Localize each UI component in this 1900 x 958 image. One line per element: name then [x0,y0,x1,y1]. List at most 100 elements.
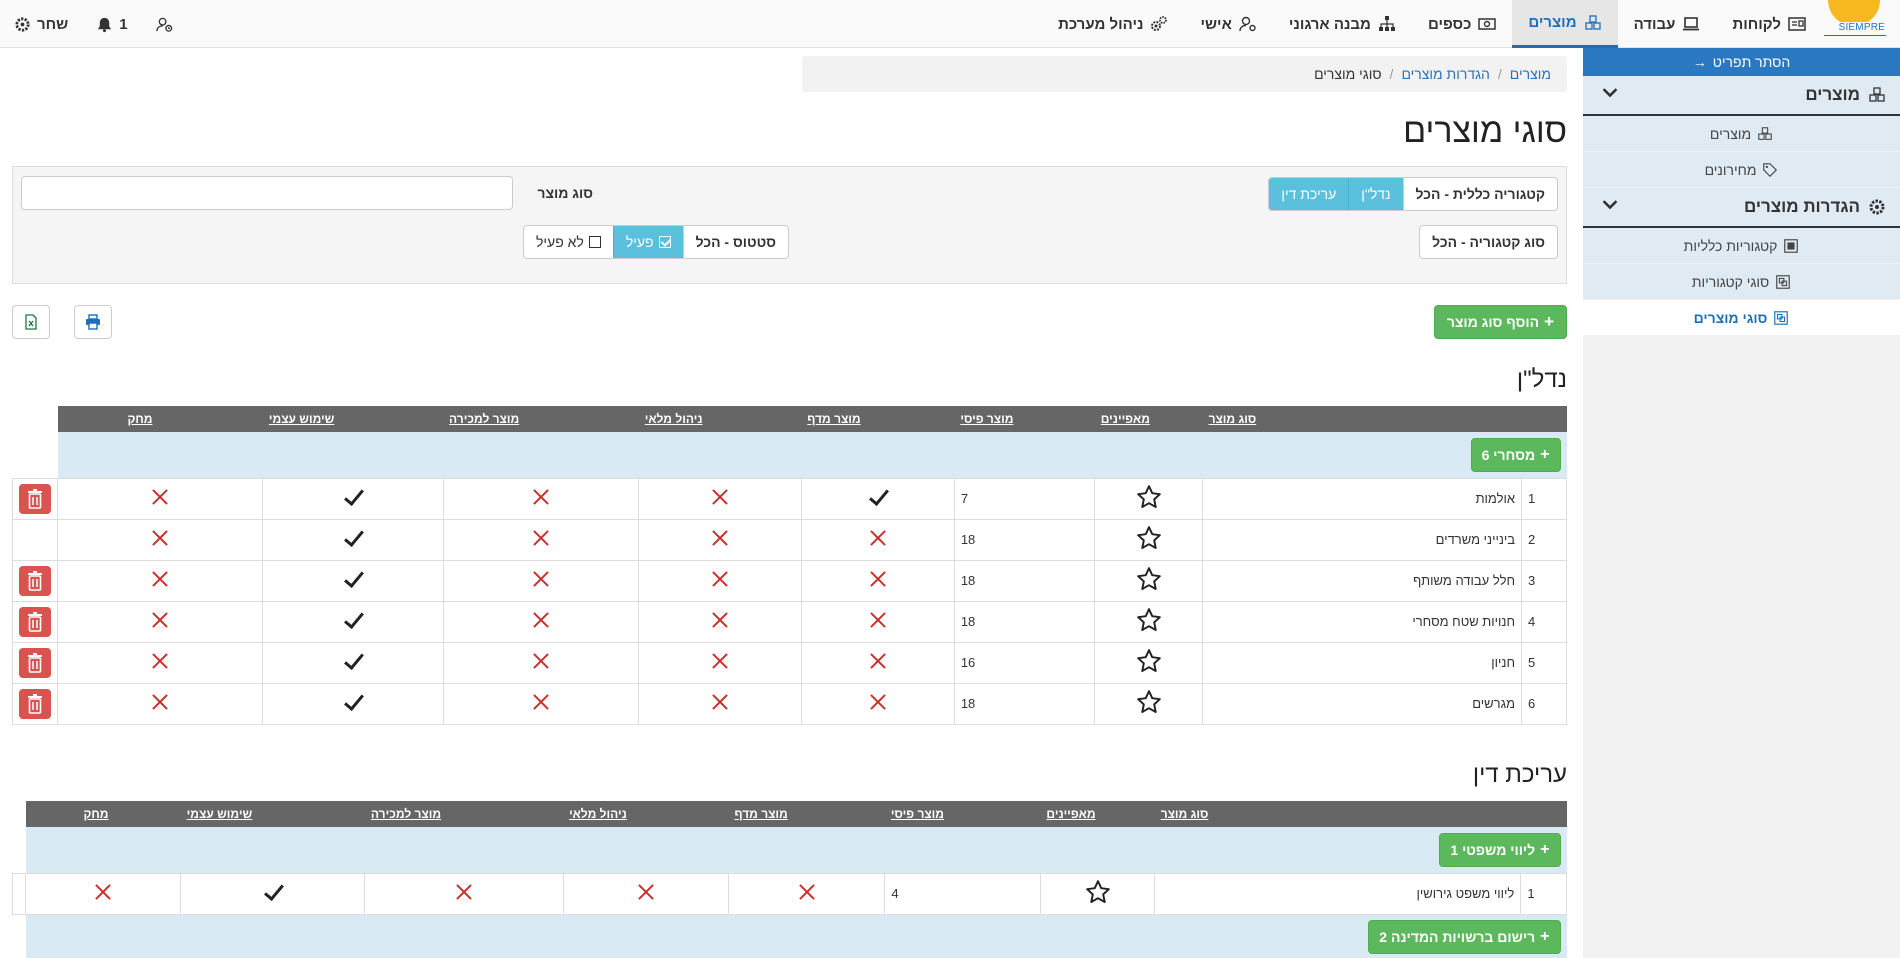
nav-work[interactable]: עבודה [1618,0,1717,48]
user-menu[interactable]: שחר [0,16,82,33]
trash-icon [28,488,42,509]
col-attributes[interactable]: מאפיינים [1094,406,1203,432]
check-icon [342,570,364,588]
table-row[interactable]: 1 ליווי משפט גירושין 4 [12,872,1567,915]
subgroup-state-registration-button[interactable]: + רישום ברשויות המדינה 2 [1368,920,1561,955]
breadcrumb-current: סוגי מוצרים [1314,66,1382,82]
sidebar-item-category-types[interactable]: סוגי קטגוריות [1583,264,1900,300]
subgroup-legal-support-button[interactable]: + ליווי משפטי 1 [1439,832,1561,867]
col-shelf[interactable]: מוצר מדף [728,801,885,827]
product-type-input[interactable] [21,176,513,210]
col-inventory[interactable]: ניהול מלאי [638,406,802,432]
export-excel-button[interactable] [12,305,50,339]
table-row[interactable]: 3 חלל עבודה משותף 18 [12,559,1567,602]
nav-customers[interactable]: לקוחות [1716,0,1822,48]
general-category-law-button[interactable]: עריכת דין [1269,178,1349,210]
x-icon [532,488,550,506]
col-self-use[interactable]: שימוש עצמי [262,406,444,432]
general-category-all-button[interactable]: קטגוריה כללית - הכל [1402,178,1558,210]
sidebar-section-products[interactable]: מוצרים [1583,76,1900,116]
notifications-count: 1 [119,15,128,33]
nav-org-structure[interactable]: מבנה ארגוני [1273,0,1412,48]
print-icon [86,314,100,330]
x-icon [711,570,729,588]
x-icon [711,693,729,711]
col-delete[interactable]: מחק [57,406,263,432]
col-physical[interactable]: מוצר פיסי [954,406,1095,432]
user-clock[interactable] [142,16,187,33]
star-icon[interactable] [1136,484,1162,510]
main-content: מוצרים / הגדרות מוצרים / סוגי מוצרים סוג… [12,48,1567,958]
sidebar-section-product-settings[interactable]: הגדרות מוצרים [1583,188,1900,228]
x-icon [798,883,816,901]
breadcrumb-product-settings[interactable]: הגדרות מוצרים [1401,66,1489,82]
x-icon [869,693,887,711]
table-row[interactable]: 2 בינייני משרדים 18 [12,518,1567,561]
sidebar-item-general-categories[interactable]: קטגוריות כלליות [1583,228,1900,264]
subgroup-commercial-button[interactable]: + מסחרי 6 [1470,437,1561,472]
col-product-type[interactable]: סוג מוצר [1154,801,1567,827]
general-category-real-estate-button[interactable]: נדל"ן [1348,178,1403,210]
star-icon[interactable] [1136,689,1162,715]
table-row[interactable]: 1 אולמות 7 [12,477,1567,520]
col-shelf[interactable]: מוצר מדף [801,406,955,432]
id-card-icon [1788,17,1806,31]
x-icon [532,529,550,547]
status-inactive-button[interactable]: לא פעיל [524,226,613,258]
logo[interactable]: SIEMPRE [1822,0,1892,48]
table-row[interactable]: 4 חנויות שטח מסחרי 18 [12,600,1567,643]
star-icon[interactable] [1136,525,1162,551]
top-nav: SIEMPRE לקוחות עבודה מוצרים כספים מבנה א… [0,0,1900,48]
hide-menu-button[interactable]: הסתר תפריט → [1583,48,1900,76]
col-product-type[interactable]: סוג מוצר [1202,406,1567,432]
table-row[interactable]: 6 מגרשים 18 [12,682,1567,725]
star-icon[interactable] [1136,607,1162,633]
col-for-sale[interactable]: מוצר למכירה [364,801,564,827]
plus-icon: + [1540,928,1550,946]
category-type-filter: סוג קטגוריה - הכל [1419,225,1558,259]
money-bill-icon [1478,18,1497,30]
star-icon[interactable] [1085,879,1111,905]
col-attributes[interactable]: מאפיינים [1040,801,1155,827]
sidebar-item-product-types[interactable]: סוגי מוצרים [1583,300,1900,336]
delete-button[interactable] [19,688,51,719]
delete-button[interactable] [19,483,51,514]
star-icon[interactable] [1136,648,1162,674]
x-icon [151,611,169,629]
trash-icon [28,611,42,632]
nav-finance[interactable]: כספים [1412,0,1512,48]
col-physical[interactable]: מוצר פיסי [884,801,1041,827]
delete-button[interactable] [19,647,51,678]
nav-system-admin[interactable]: ניהול מערכת [1042,0,1184,48]
status-all-button[interactable]: סטטוס - הכל [682,226,788,258]
status-filter: סטטוס - הכל פעיל לא פעיל [523,225,790,259]
breadcrumb: מוצרים / הגדרות מוצרים / סוגי מוצרים [802,56,1567,92]
user-clock-icon [155,17,172,32]
nav-personal[interactable]: אישי [1184,0,1272,48]
checked-box-icon [658,236,671,248]
x-icon [532,611,550,629]
table-row[interactable]: 5 חניון 16 [12,641,1567,684]
notifications[interactable]: 1 [82,16,141,33]
sitemap-icon [1378,16,1395,31]
breadcrumb-products[interactable]: מוצרים [1510,66,1551,82]
col-inventory[interactable]: ניהול מלאי [563,801,729,827]
status-active-button[interactable]: פעיל [612,226,683,258]
sidebar-item-products[interactable]: מוצרים [1583,116,1900,152]
category-type-all-button[interactable]: סוג קטגוריה - הכל [1420,226,1557,258]
check-icon [342,611,364,629]
trash-icon [28,570,42,591]
star-icon[interactable] [1136,566,1162,592]
delete-button[interactable] [19,606,51,637]
sidebar-item-price-lists[interactable]: מחירונים [1583,152,1900,188]
checkbox-icon [588,236,601,248]
subgroup-row: + ליווי משפטי 1 [13,827,1567,873]
print-button[interactable] [74,305,112,339]
col-self-use[interactable]: שימוש עצמי [180,801,365,827]
nav-products[interactable]: מוצרים [1512,0,1618,48]
col-for-sale[interactable]: מוצר למכירה [443,406,639,432]
add-product-type-button[interactable]: + הוסף סוג מוצר [1433,305,1567,339]
delete-button[interactable] [19,565,51,596]
gear-icon [15,16,30,32]
col-delete[interactable]: מחק [25,801,181,827]
